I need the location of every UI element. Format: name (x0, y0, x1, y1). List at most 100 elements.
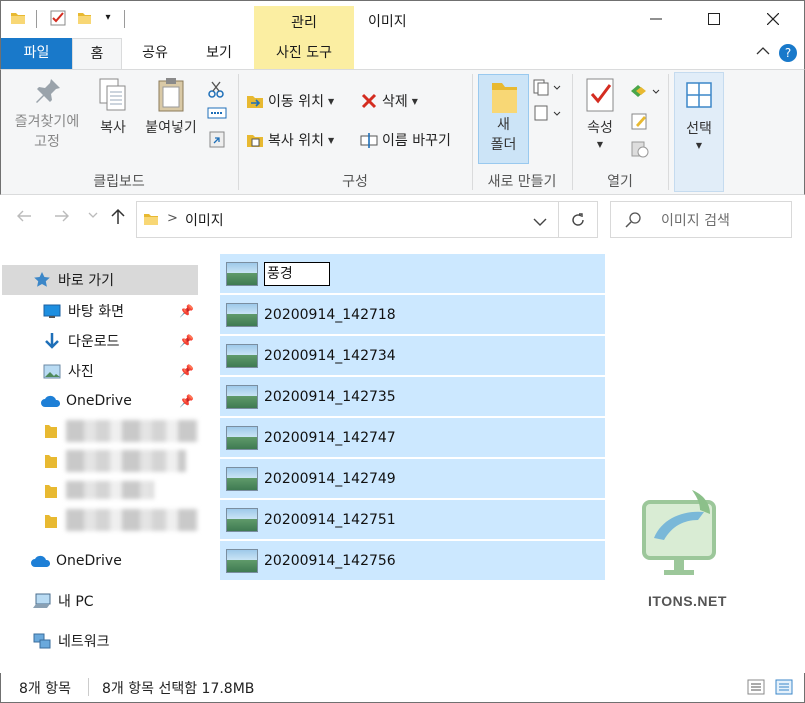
recent-locations-chevron-icon[interactable] (88, 211, 98, 222)
move-to-icon (247, 96, 263, 108)
minimize-ribbon-chevron-icon[interactable] (756, 44, 770, 60)
select-label: 선택 (686, 121, 712, 137)
list-item[interactable]: 20200914_142747 (220, 418, 605, 458)
cut-icon[interactable] (207, 80, 225, 102)
copy-button[interactable]: 복사 (92, 76, 134, 138)
redacted-folder-name[interactable] (66, 450, 186, 472)
list-item[interactable]: 20200914_142718 (220, 295, 605, 335)
up-arrow-icon[interactable] (110, 207, 126, 230)
details-view-icon[interactable] (747, 679, 765, 699)
edit-icon[interactable] (631, 112, 649, 134)
nav-pictures[interactable]: 사진 📌 (2, 356, 198, 386)
file-name: 20200914_142735 (264, 388, 396, 405)
open-with-icon[interactable] (629, 82, 661, 104)
tab-file[interactable]: 파일 (1, 38, 72, 69)
refresh-button[interactable] (559, 201, 598, 238)
move-to-label: 이동 위치 (268, 94, 324, 110)
easy-access-icon[interactable] (533, 104, 561, 126)
new-group-label: 새로 만들기 (487, 174, 557, 190)
list-item[interactable]: 풍경 (220, 254, 605, 294)
list-item[interactable]: 20200914_142756 (220, 541, 605, 581)
pin-icon[interactable]: 📌 (179, 364, 194, 378)
file-name: 20200914_142747 (264, 429, 396, 446)
pin-icon[interactable]: 📌 (179, 304, 194, 318)
help-icon[interactable]: ? (779, 44, 797, 62)
search-placeholder: 이미지 검색 (661, 213, 730, 229)
forward-arrow-icon[interactable] (54, 208, 70, 227)
nav-downloads-label: 다운로드 (68, 334, 120, 350)
rename-input[interactable]: 풍경 (264, 261, 330, 286)
file-name: 20200914_142734 (264, 347, 396, 364)
history-icon[interactable] (631, 140, 649, 162)
star-icon (32, 271, 52, 289)
file-name: 20200914_142749 (264, 470, 396, 487)
address-history-chevron-icon[interactable] (533, 215, 547, 231)
move-to-button[interactable]: 이동 위치 ▼ (246, 91, 334, 111)
list-item[interactable]: 20200914_142749 (220, 459, 605, 499)
large-icons-view-icon[interactable] (775, 679, 793, 699)
delete-button[interactable]: 삭제 ▼ (360, 91, 418, 111)
list-item[interactable]: 20200914_142734 (220, 336, 605, 376)
file-name: 20200914_142718 (264, 306, 396, 323)
redacted-folder-name[interactable] (66, 481, 154, 499)
minimize-button[interactable] (627, 0, 685, 38)
tab-share[interactable]: 공유 (126, 38, 184, 69)
computer-icon (32, 592, 52, 610)
nav-desktop[interactable]: 바탕 화면 📌 (2, 296, 198, 326)
select-button[interactable]: 선택 ▼ (674, 72, 724, 192)
breadcrumb-separator[interactable]: > (167, 211, 178, 226)
breadcrumb[interactable]: 이미지 (185, 210, 224, 230)
network-icon (32, 632, 52, 650)
rename-label: 이름 바꾸기 (382, 133, 451, 149)
pin-icon[interactable]: 📌 (179, 334, 194, 348)
image-file-icon (226, 425, 258, 450)
status-separator (88, 678, 89, 696)
address-bar[interactable]: > 이미지 (136, 201, 559, 238)
copy-label: 복사 (100, 120, 126, 136)
nav-onedrive-pinned[interactable]: OneDrive 📌 (2, 386, 198, 416)
new-folder-quick-icon[interactable] (76, 10, 92, 26)
clipboard-group-label: 클립보드 (93, 174, 145, 190)
nav-onedrive[interactable]: OneDrive (2, 546, 198, 576)
nav-this-pc[interactable]: 내 PC (2, 586, 198, 616)
list-item[interactable]: 20200914_142735 (220, 377, 605, 417)
copy-to-label: 복사 위치 (268, 133, 324, 149)
minimize-icon (650, 18, 662, 20)
maximize-button[interactable] (685, 0, 743, 38)
pin-to-quick-access-button[interactable]: 즐겨찾기에 고정 (4, 76, 90, 152)
toolbar-separator (124, 10, 125, 28)
paste-label: 붙여넣기 (145, 120, 197, 136)
paste-shortcut-icon[interactable] (209, 130, 225, 152)
copy-to-button[interactable]: 복사 위치 ▼ (246, 130, 334, 150)
tab-picture-tools[interactable]: 사진 도구 (254, 38, 354, 69)
nav-onedrive-pinned-label: OneDrive (66, 393, 132, 409)
close-button[interactable] (744, 0, 802, 38)
nav-network[interactable]: 네트워크 (2, 626, 198, 656)
properties-button[interactable]: 속성 ▼ (580, 76, 620, 149)
redacted-folder-name[interactable] (66, 420, 198, 442)
pin-icon[interactable]: 📌 (179, 394, 194, 408)
new-folder-button[interactable]: 새 폴더 (478, 74, 529, 164)
chevron-down-icon: ▼ (411, 96, 418, 106)
nav-quick-access[interactable]: 바로 가기 (2, 265, 198, 295)
copy-path-icon[interactable] (207, 105, 227, 125)
tab-view[interactable]: 보기 (188, 38, 250, 69)
image-file-icon (226, 261, 258, 286)
nav-downloads[interactable]: 다운로드 📌 (2, 326, 198, 356)
new-item-icon[interactable] (533, 78, 561, 100)
paste-button[interactable]: 붙여넣기 (138, 76, 204, 138)
list-item[interactable]: 20200914_142751 (220, 500, 605, 540)
maximize-icon (708, 13, 720, 25)
context-tab-label: 관리 (291, 15, 317, 31)
rename-button[interactable]: 이름 바꾸기 (360, 130, 451, 150)
folder-icon (44, 513, 58, 533)
pin-label-line2: 고정 (34, 134, 60, 150)
back-arrow-icon[interactable] (16, 208, 32, 227)
properties-check-icon[interactable] (50, 10, 66, 26)
redacted-folder-name[interactable] (66, 509, 198, 531)
file-name: 20200914_142751 (264, 511, 396, 528)
search-input[interactable]: 이미지 검색 (610, 201, 792, 238)
tab-home[interactable]: 홈 (72, 38, 122, 69)
customize-dropdown-icon[interactable]: ▾ (100, 10, 116, 26)
watermark-text: ITONS.NET (648, 593, 727, 609)
